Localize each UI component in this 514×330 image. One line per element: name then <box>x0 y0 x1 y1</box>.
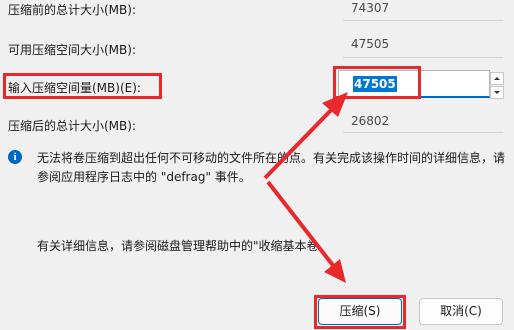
annotation-arrow-up <box>263 101 340 180</box>
annotation-arrows <box>263 92 348 283</box>
annotation-arrowhead-down <box>324 259 346 283</box>
annotation-arrow-down <box>266 180 337 270</box>
